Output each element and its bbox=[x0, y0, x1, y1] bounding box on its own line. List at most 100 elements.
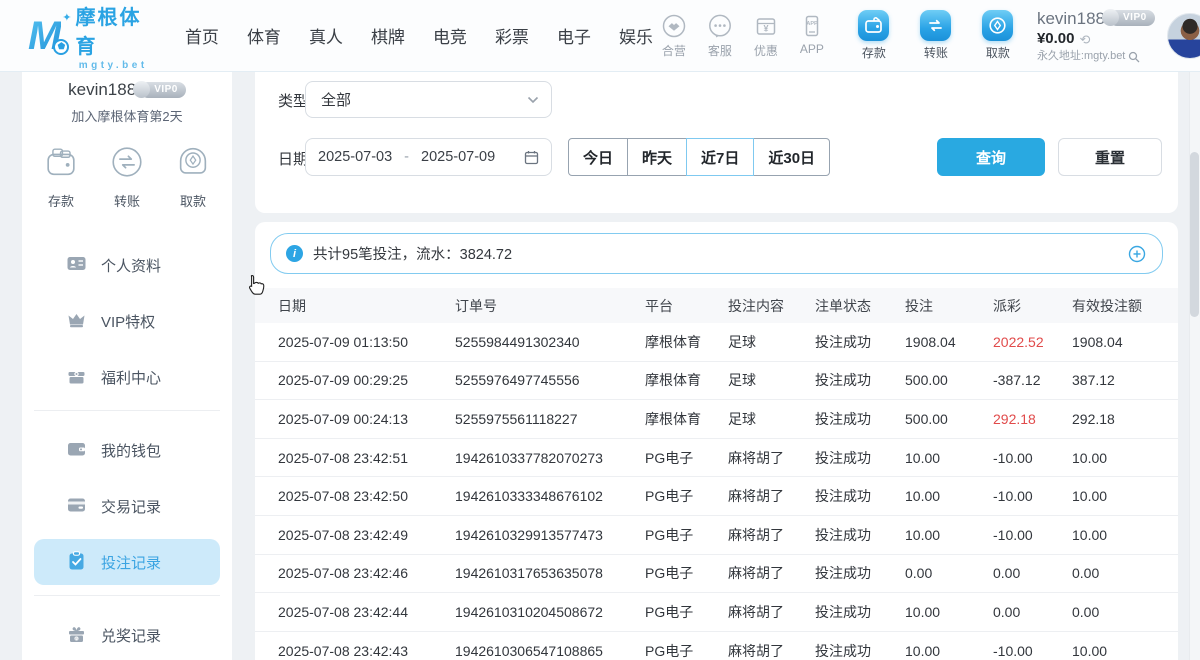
cell-bet: 10.00 bbox=[905, 450, 993, 466]
sidebar-item-prize-records[interactable]: R兑奖记录 bbox=[34, 612, 220, 658]
cell-valid: 292.18 bbox=[1072, 411, 1178, 427]
sidebar-item-label: 我的钱包 bbox=[101, 440, 161, 461]
table-row: 2025-07-08 23:42:501942610333348676102PG… bbox=[255, 477, 1178, 516]
username: kevin188 bbox=[1037, 8, 1105, 29]
nav-item-3[interactable]: 棋牌 bbox=[371, 23, 405, 48]
sidebar-item-label: 交易记录 bbox=[101, 496, 161, 517]
partner-quick-link[interactable]: 合营 bbox=[653, 13, 695, 59]
cell-bet: 10.00 bbox=[905, 527, 993, 543]
cell-bet: 10.00 bbox=[905, 643, 993, 659]
quick-link-label: 合营 bbox=[662, 42, 686, 59]
transfer-icon bbox=[920, 10, 951, 41]
quick-date-yesterday[interactable]: 昨天 bbox=[627, 138, 687, 176]
header-cell-7: 有效投注额 bbox=[1072, 296, 1178, 316]
cell-valid: 10.00 bbox=[1072, 643, 1178, 659]
summary-bar: i 共计95笔投注，流水：3824.72 bbox=[270, 233, 1163, 274]
sidebar-item-transactions[interactable]: 交易记录 bbox=[34, 483, 220, 529]
svg-text:¥: ¥ bbox=[763, 23, 768, 33]
nav-item-4[interactable]: 电竞 bbox=[433, 23, 467, 48]
main-nav: 首页 体育 真人 棋牌 电竞 彩票 电子 娱乐 bbox=[185, 23, 653, 48]
date-to[interactable]: 2025-07-09 bbox=[421, 149, 495, 165]
promo-quick-link[interactable]: ¥优惠 bbox=[745, 13, 787, 59]
sidebar-item-bet-records[interactable]: 投注记录 bbox=[34, 539, 220, 585]
type-select[interactable]: 全部 bbox=[305, 81, 552, 118]
service-quick-link[interactable]: 客服 bbox=[699, 13, 741, 59]
cell-payout: -10.00 bbox=[993, 527, 1072, 543]
nav-item-5[interactable]: 彩票 bbox=[495, 23, 529, 48]
quick-links: 合营客服¥优惠APPAPP bbox=[653, 13, 833, 59]
filter-card: 类型: 全部 日期: 2025-07-03 - 2025-07-09 今日昨天近… bbox=[255, 72, 1178, 213]
cell-date: 2025-07-08 23:42:50 bbox=[278, 488, 455, 504]
cell-platform: PG电子 bbox=[645, 641, 728, 660]
nav-item-7[interactable]: 娱乐 bbox=[619, 23, 653, 48]
sidebar-transfer-button[interactable]: 转账 bbox=[108, 143, 146, 210]
cell-date: 2025-07-08 23:42:44 bbox=[278, 604, 455, 620]
sidebar-username: kevin188 bbox=[68, 80, 136, 100]
cell-payout: -10.00 bbox=[993, 643, 1072, 659]
header-cell-1: 订单号 bbox=[455, 296, 645, 316]
cell-content: 麻将胡了 bbox=[728, 448, 815, 468]
side-action-label: 转账 bbox=[114, 191, 140, 210]
transfer-button[interactable]: 转账 bbox=[913, 10, 959, 61]
cell-order: 1942610337782070273 bbox=[455, 450, 645, 466]
cell-platform: PG电子 bbox=[645, 563, 728, 583]
sidebar-item-vip[interactable]: VIP特权 bbox=[34, 298, 220, 344]
reset-button[interactable]: 重置 bbox=[1058, 138, 1162, 176]
sidebar-item-profile[interactable]: 个人资料 bbox=[34, 242, 220, 288]
search-button[interactable]: 查询 bbox=[937, 138, 1045, 176]
app-quick-link[interactable]: APPAPP bbox=[791, 13, 833, 59]
nav-item-1[interactable]: 体育 bbox=[247, 23, 281, 48]
profile-icon bbox=[66, 253, 87, 278]
refresh-balance-icon[interactable]: ⟲ bbox=[1079, 33, 1090, 46]
date-from[interactable]: 2025-07-03 bbox=[318, 149, 392, 165]
cell-content: 麻将胡了 bbox=[728, 563, 815, 583]
scrollbar-track[interactable] bbox=[1189, 72, 1200, 660]
table-row: 2025-07-08 23:42:441942610310204508672PG… bbox=[255, 593, 1178, 632]
nav-item-2[interactable]: 真人 bbox=[309, 23, 343, 48]
sidebar-item-label: 投注记录 bbox=[101, 552, 161, 573]
deposit-button[interactable]: 存款 bbox=[851, 10, 897, 61]
summary-text: 共计95笔投注，流水：3824.72 bbox=[313, 243, 512, 264]
cell-payout: -10.00 bbox=[993, 488, 1072, 504]
cell-platform: PG电子 bbox=[645, 448, 728, 468]
header-cell-3: 投注内容 bbox=[728, 296, 815, 316]
cell-order: 5255984491302340 bbox=[455, 334, 645, 350]
cell-status: 投注成功 bbox=[815, 332, 905, 352]
deposit-lg-icon bbox=[42, 143, 80, 186]
menu-divider bbox=[34, 410, 220, 411]
magnifier-icon[interactable] bbox=[1128, 51, 1140, 63]
site-logo[interactable]: M ✦ ⬟ 摩根体育 mgty.bet bbox=[28, 1, 151, 71]
transfer-lg-icon bbox=[108, 143, 146, 186]
chevron-down-icon bbox=[527, 96, 539, 104]
sidebar-vip-badge: VIP0 bbox=[140, 82, 186, 98]
quick-date-last30[interactable]: 近30日 bbox=[753, 138, 830, 176]
clipboard-icon bbox=[66, 550, 87, 575]
cell-order: 1942610329913577473 bbox=[455, 527, 645, 543]
promo-icon: ¥ bbox=[753, 13, 779, 39]
nav-item-0[interactable]: 首页 bbox=[185, 23, 219, 48]
sidebar-item-wallet[interactable]: 我的钱包 bbox=[34, 427, 220, 473]
header-cell-2: 平台 bbox=[645, 296, 728, 316]
withdraw-button[interactable]: 取款 bbox=[975, 10, 1021, 61]
cell-valid: 0.00 bbox=[1072, 604, 1178, 620]
side-action-label: 存款 bbox=[48, 191, 74, 210]
user-avatar[interactable] bbox=[1167, 13, 1200, 59]
quick-date-today[interactable]: 今日 bbox=[568, 138, 628, 176]
cell-bet: 500.00 bbox=[905, 411, 993, 427]
service-icon bbox=[707, 13, 733, 39]
nav-item-6[interactable]: 电子 bbox=[557, 23, 591, 48]
cell-payout: -10.00 bbox=[993, 450, 1072, 466]
user-block: kevin188 VIP0 ¥0.00 ⟲ 永久地址:mgty.bet bbox=[1037, 8, 1155, 64]
cell-status: 投注成功 bbox=[815, 563, 905, 583]
cell-date: 2025-07-08 23:42:51 bbox=[278, 450, 455, 466]
sidebar-withdraw-button[interactable]: 取款 bbox=[174, 143, 212, 210]
cell-date: 2025-07-08 23:42:46 bbox=[278, 565, 455, 581]
sidebar-item-label: VIP特权 bbox=[101, 311, 155, 332]
sidebar-deposit-button[interactable]: 存款 bbox=[42, 143, 80, 210]
expand-plus-icon[interactable] bbox=[1128, 245, 1146, 263]
sidebar-item-welfare[interactable]: 福利中心 bbox=[34, 354, 220, 400]
quick-date-last7[interactable]: 近7日 bbox=[686, 138, 754, 176]
sidebar: kevin188 VIP0 加入摩根体育第2天 存款转账取款 个人资料VIP特权… bbox=[22, 72, 232, 660]
date-range-picker[interactable]: 2025-07-03 - 2025-07-09 bbox=[305, 138, 552, 176]
scrollbar-thumb[interactable] bbox=[1190, 152, 1199, 317]
